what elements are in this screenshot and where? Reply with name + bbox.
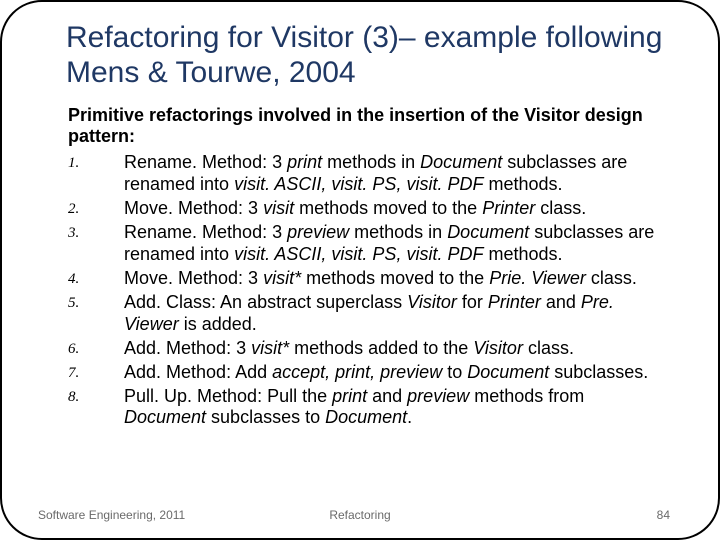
- footer-left: Software Engineering, 2011: [38, 508, 185, 522]
- slide-title: Refactoring for Visitor (3)– example fol…: [66, 20, 686, 91]
- list-item: Move. Method: 3 visit* methods moved to …: [68, 268, 668, 290]
- list-item: Rename. Method: 3 print methods in Docum…: [68, 152, 668, 196]
- footer-center: Refactoring: [329, 508, 390, 522]
- footer-page: 84: [657, 508, 670, 522]
- list-item: Move. Method: 3 visit methods moved to t…: [68, 198, 668, 220]
- list-item: Add. Class: An abstract superclass Visit…: [68, 292, 668, 336]
- list-item: Add. Method: 3 visit* methods added to t…: [68, 338, 668, 360]
- list-item: Pull. Up. Method: Pull the print and pre…: [68, 386, 668, 430]
- list-item: Add. Method: Add accept, print, preview …: [68, 362, 668, 384]
- slide: Refactoring for Visitor (3)– example fol…: [0, 0, 720, 540]
- refactoring-list: Rename. Method: 3 print methods in Docum…: [68, 152, 668, 429]
- intro-text: Primitive refactorings involved in the i…: [68, 105, 686, 148]
- list-item: Rename. Method: 3 preview methods in Doc…: [68, 222, 668, 266]
